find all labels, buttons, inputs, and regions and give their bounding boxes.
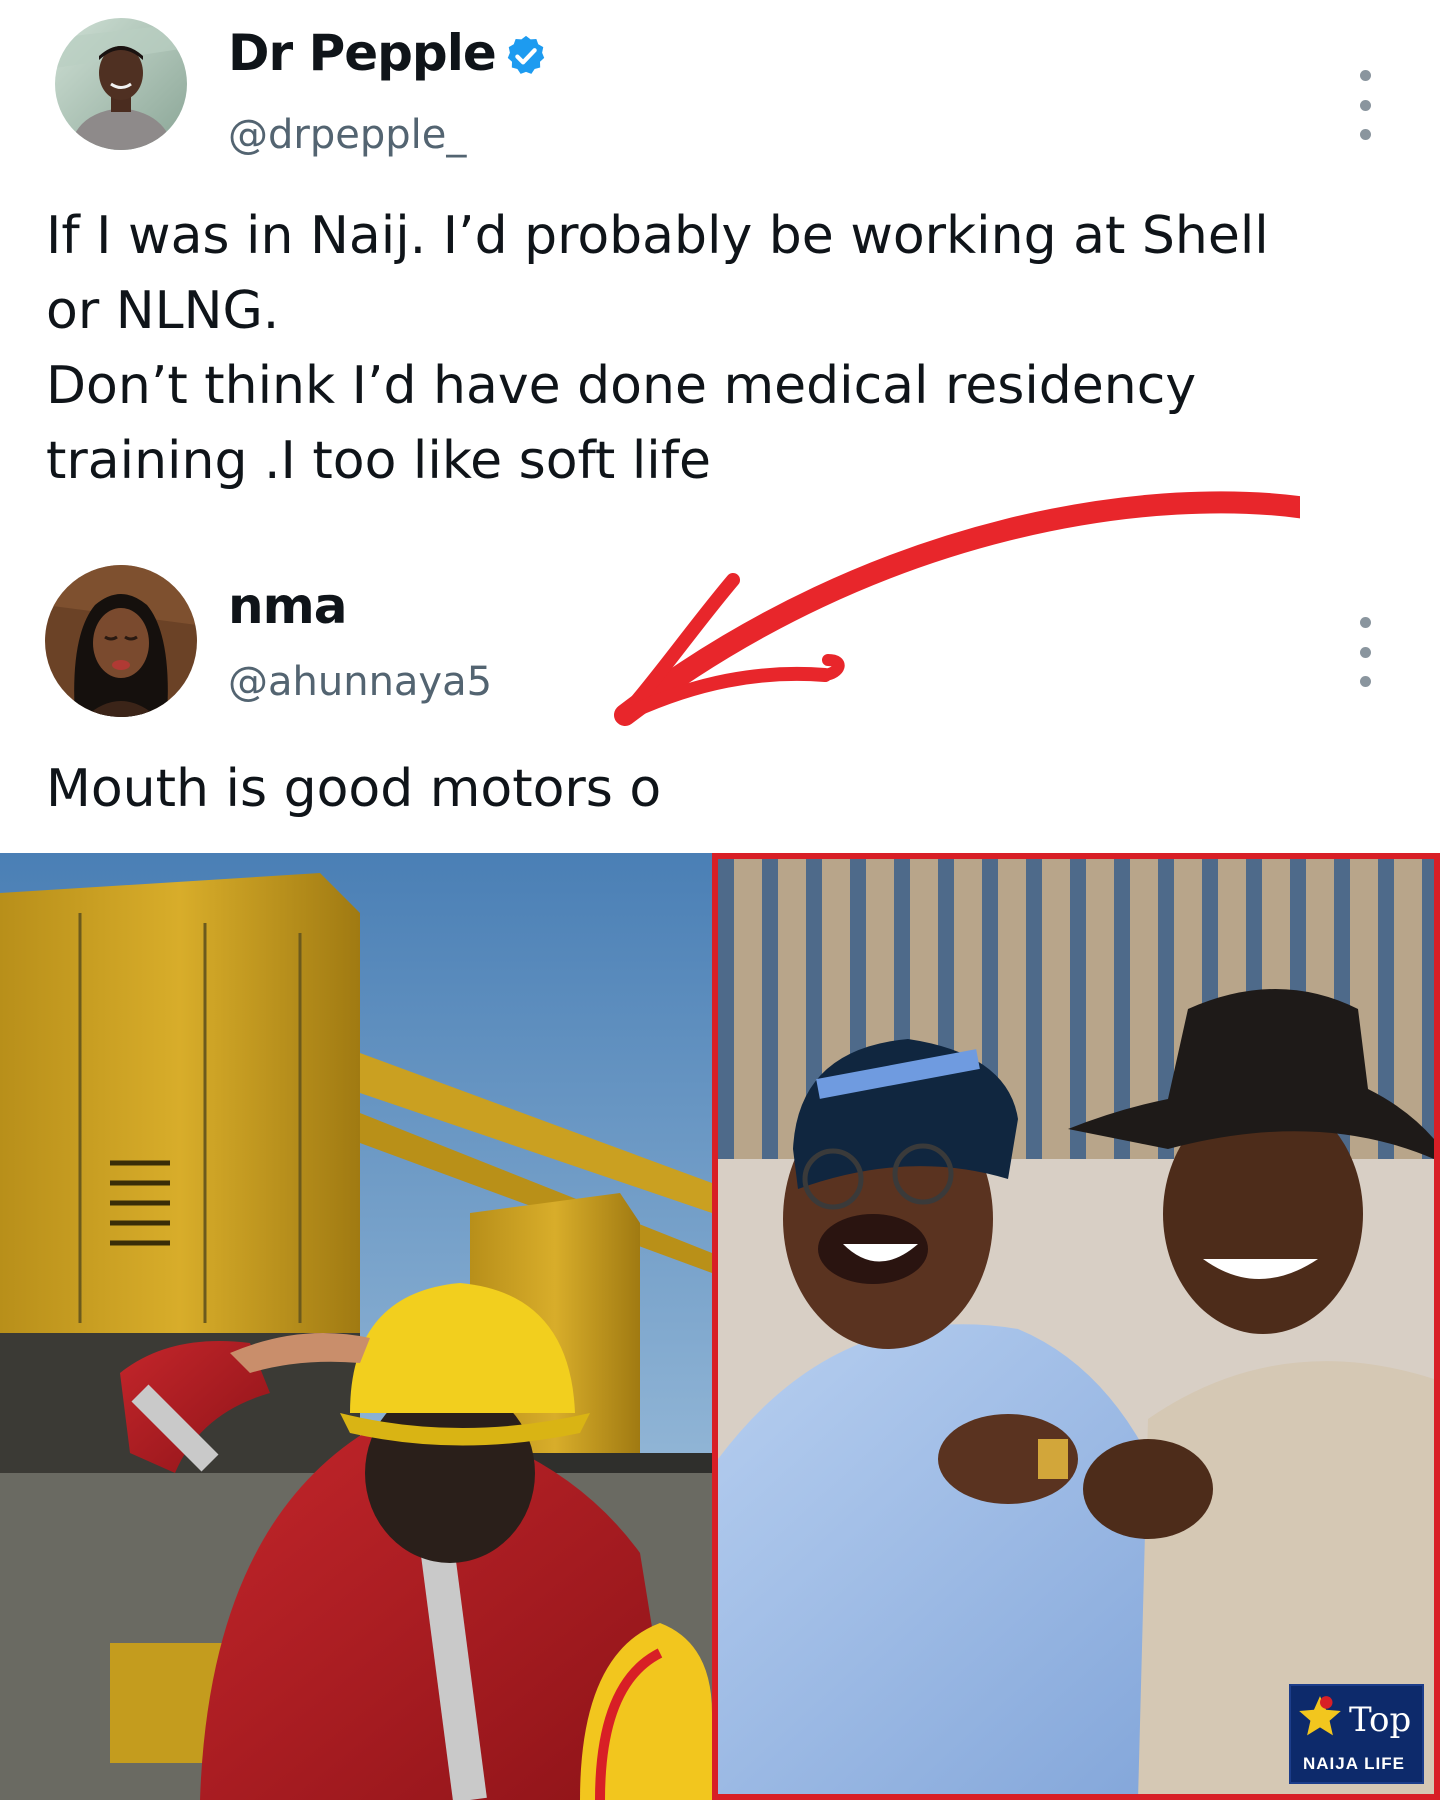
verified-badge-icon — [507, 35, 545, 74]
tweet-text: If I was in Naij. I’d probably be workin… — [46, 206, 1269, 491]
more-options-icon-dot — [1359, 676, 1371, 687]
avatar-image — [45, 565, 197, 717]
more-options-icon-dot — [1359, 129, 1371, 140]
handle[interactable]: @drpepple_ — [228, 112, 466, 158]
top-naija-life-logo: Top NAIJA LIFE — [1289, 1684, 1424, 1784]
logo-text-naija-life: NAIJA LIFE — [1303, 1754, 1405, 1773]
more-options-icon-dot — [1359, 646, 1371, 658]
tweet-nma[interactable]: nma @ahunnaya5 Mouth is good motors o — [0, 550, 1440, 850]
display-name[interactable]: Dr Pepple — [228, 24, 497, 82]
more-options-icon — [1359, 70, 1371, 81]
avatar-dr-pepple[interactable] — [55, 18, 187, 150]
two-men-image — [718, 859, 1434, 1794]
display-name[interactable]: nma — [228, 577, 347, 635]
handle[interactable]: @ahunnaya5 — [228, 659, 492, 705]
page: Dr Pepple @drpepple_ If I was in Naij. I… — [0, 0, 1440, 1800]
logo-text-top: Top — [1349, 1700, 1412, 1740]
avatar-image — [55, 18, 187, 150]
star-logo-icon — [1299, 1696, 1341, 1736]
more-options-button[interactable] — [1345, 617, 1385, 687]
tweet-dr-pepple[interactable]: Dr Pepple @drpepple_ If I was in Naij. I… — [0, 0, 1440, 500]
shell-worker-photo — [0, 853, 712, 1800]
more-options-icon-dot — [1359, 99, 1371, 111]
two-men-laughing-photo: Top NAIJA LIFE — [712, 853, 1440, 1800]
more-options-button[interactable] — [1345, 70, 1385, 140]
avatar-nma[interactable] — [45, 565, 197, 717]
tweet-text: Mouth is good motors o — [46, 759, 662, 819]
more-options-icon — [1359, 617, 1371, 628]
shell-platform-image — [0, 853, 712, 1800]
